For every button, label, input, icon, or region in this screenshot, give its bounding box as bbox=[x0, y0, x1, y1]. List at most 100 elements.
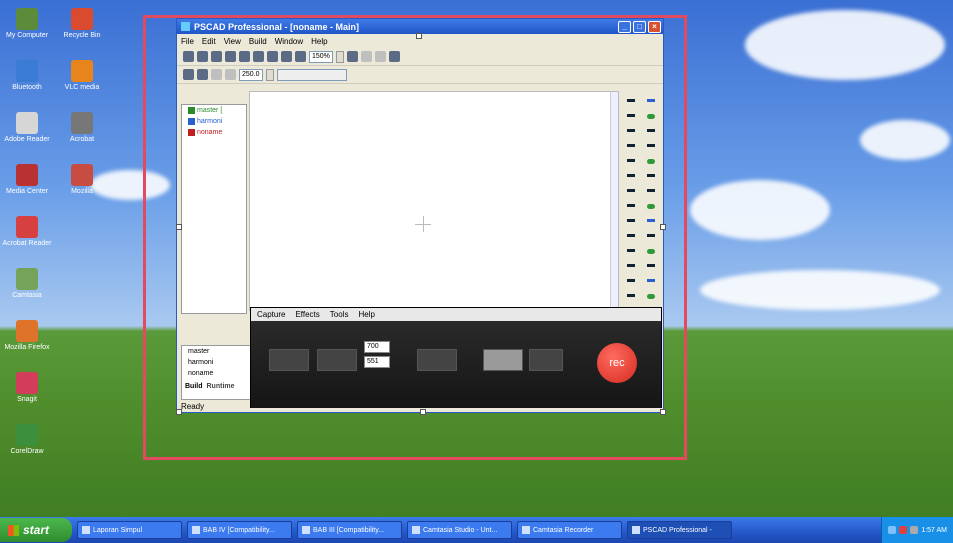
volume-button[interactable] bbox=[529, 349, 563, 371]
component-glyph[interactable] bbox=[627, 219, 635, 222]
pause-icon[interactable] bbox=[211, 69, 222, 80]
menu-build[interactable]: Build bbox=[249, 37, 267, 46]
width-field[interactable]: 700 bbox=[364, 341, 390, 353]
workspace-tree[interactable]: master [harmoni noname bbox=[181, 104, 247, 314]
menu-window[interactable]: Window bbox=[275, 37, 303, 46]
menu-help[interactable]: Help bbox=[358, 310, 374, 319]
component-glyph[interactable] bbox=[647, 129, 655, 132]
component-glyph[interactable] bbox=[627, 294, 635, 297]
resize-handle[interactable] bbox=[660, 224, 666, 230]
component-glyph[interactable] bbox=[627, 249, 635, 252]
tray-icon[interactable] bbox=[899, 526, 908, 534]
tab-build[interactable]: Build bbox=[185, 383, 203, 390]
tray-icon[interactable] bbox=[910, 526, 919, 534]
desktop-icon[interactable]: Snagit bbox=[2, 372, 52, 404]
taskbar-item[interactable]: Camtasia Studio - Unt... bbox=[407, 521, 512, 539]
component-glyph[interactable] bbox=[647, 174, 655, 177]
resize-handle[interactable] bbox=[660, 409, 666, 415]
desktop-icon[interactable]: Mozilla Firefox bbox=[2, 320, 52, 352]
menu-file[interactable]: File bbox=[181, 37, 194, 46]
taskbar-item[interactable]: BAB III [Compatibility... bbox=[297, 521, 402, 539]
desktop-icon[interactable]: VLC media bbox=[57, 60, 107, 92]
resize-handle[interactable] bbox=[176, 224, 182, 230]
schematic-canvas[interactable] bbox=[249, 91, 619, 311]
tray-icon[interactable] bbox=[888, 526, 897, 534]
menu-capture[interactable]: Capture bbox=[257, 310, 285, 319]
desktop-icon[interactable]: Mozilla bbox=[57, 164, 107, 196]
component-glyph[interactable] bbox=[647, 99, 655, 102]
time-field[interactable]: 250.0 bbox=[239, 68, 263, 81]
component-glyph[interactable] bbox=[647, 204, 655, 209]
component-glyph[interactable] bbox=[647, 159, 655, 164]
binoculars-icon[interactable] bbox=[388, 51, 400, 62]
open-icon[interactable] bbox=[197, 51, 208, 62]
output-tree[interactable]: master harmoni noname bbox=[181, 345, 251, 400]
component-glyph[interactable] bbox=[627, 204, 635, 207]
taskbar-item[interactable]: BAB IV [Compatibility... bbox=[187, 521, 292, 539]
component-glyph[interactable] bbox=[627, 174, 635, 177]
maximize-button[interactable]: □ bbox=[633, 20, 646, 33]
start-button[interactable]: start bbox=[0, 518, 72, 542]
print-icon[interactable] bbox=[225, 51, 236, 62]
time-dropdown[interactable] bbox=[265, 68, 274, 81]
component-glyph[interactable] bbox=[627, 189, 635, 192]
webcam-button[interactable] bbox=[417, 349, 457, 371]
component-glyph[interactable] bbox=[647, 219, 655, 222]
component-glyph[interactable] bbox=[647, 279, 655, 282]
desktop-icon[interactable]: Adobe Reader bbox=[2, 112, 52, 144]
desktop-icon[interactable]: Recycle Bin bbox=[57, 8, 107, 40]
minimize-button[interactable]: _ bbox=[618, 20, 631, 33]
component-glyph[interactable] bbox=[627, 279, 635, 282]
build-icon[interactable] bbox=[183, 69, 194, 80]
component-glyph[interactable] bbox=[627, 234, 635, 237]
taskbar-item[interactable]: Camtasia Recorder bbox=[517, 521, 622, 539]
tab-runtime[interactable]: Runtime bbox=[207, 383, 235, 390]
output-tree-item[interactable]: noname bbox=[182, 368, 250, 379]
output-tree-item[interactable]: harmoni bbox=[182, 357, 250, 368]
taskbar-item[interactable]: Laporan Simpul bbox=[77, 521, 182, 539]
custom-size-button[interactable] bbox=[317, 349, 357, 371]
tree-item[interactable]: master [ bbox=[182, 105, 246, 116]
record-button[interactable]: rec bbox=[597, 343, 637, 383]
run-icon[interactable] bbox=[197, 69, 208, 80]
pan-icon[interactable] bbox=[346, 51, 358, 62]
component-glyph[interactable] bbox=[627, 129, 635, 132]
camtasia-recorder[interactable]: Capture Effects Tools Help 700 551 rec bbox=[250, 307, 662, 408]
menu-edit[interactable]: Edit bbox=[202, 37, 216, 46]
new-icon[interactable] bbox=[183, 51, 194, 62]
back-icon[interactable] bbox=[360, 51, 372, 62]
menu-tools[interactable]: Tools bbox=[330, 310, 349, 319]
desktop-icon[interactable]: Acrobat Reader bbox=[2, 216, 52, 248]
resize-handle[interactable] bbox=[420, 409, 426, 415]
component-glyph[interactable] bbox=[647, 234, 655, 237]
tree-item[interactable]: noname bbox=[182, 127, 246, 138]
component-glyph[interactable] bbox=[627, 144, 635, 147]
clock[interactable]: 1:57 AM bbox=[921, 527, 947, 534]
forward-icon[interactable] bbox=[374, 51, 386, 62]
audio-button[interactable] bbox=[483, 349, 523, 371]
component-glyph[interactable] bbox=[647, 249, 655, 254]
component-glyph[interactable] bbox=[627, 114, 635, 117]
project-select[interactable] bbox=[276, 68, 347, 81]
menu-help[interactable]: Help bbox=[311, 37, 327, 46]
component-glyph[interactable] bbox=[647, 189, 655, 192]
stop-icon[interactable] bbox=[225, 69, 236, 80]
save-icon[interactable] bbox=[211, 51, 222, 62]
zoom-select[interactable]: 150% bbox=[309, 50, 333, 63]
zoom-out-icon[interactable] bbox=[295, 51, 306, 62]
height-field[interactable]: 551 bbox=[364, 356, 390, 368]
component-glyph[interactable] bbox=[627, 99, 635, 102]
cut-icon[interactable] bbox=[239, 51, 250, 62]
component-glyph[interactable] bbox=[647, 144, 655, 147]
tree-item[interactable]: harmoni bbox=[182, 116, 246, 127]
desktop-icon[interactable]: Camtasia bbox=[2, 268, 52, 300]
paste-icon[interactable] bbox=[267, 51, 278, 62]
close-button[interactable]: × bbox=[648, 20, 661, 33]
resize-handle[interactable] bbox=[416, 33, 422, 39]
component-glyph[interactable] bbox=[647, 114, 655, 119]
component-palette[interactable] bbox=[623, 91, 661, 311]
desktop-icon[interactable]: Media Center bbox=[2, 164, 52, 196]
zoom-dropdown[interactable] bbox=[335, 50, 344, 63]
canvas-scrollbar[interactable] bbox=[610, 92, 618, 310]
menu-effects[interactable]: Effects bbox=[295, 310, 319, 319]
